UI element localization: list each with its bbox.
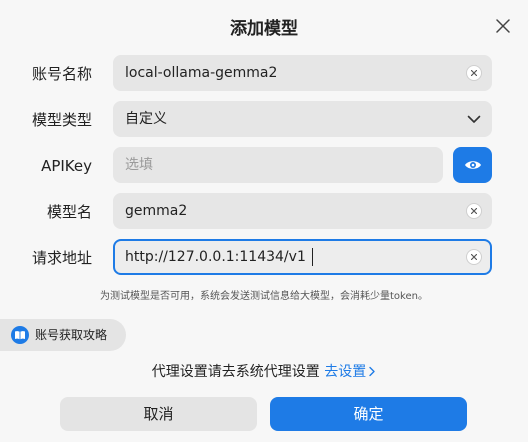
request-url-input[interactable]: http://127.0.0.1:11434/v1	[113, 239, 492, 275]
account-guide-button[interactable]: 账号获取攻略	[0, 319, 126, 351]
account-name-label: 账号名称	[31, 65, 92, 83]
close-button[interactable]	[491, 14, 515, 38]
proxy-text: 代理设置请去系统代理设置	[151, 364, 320, 380]
model-name-label: 模型名	[46, 203, 92, 221]
confirm-button[interactable]: 确定	[270, 397, 467, 431]
cancel-button[interactable]: 取消	[60, 397, 257, 431]
dialog-title: 添加模型	[230, 19, 298, 39]
add-model-dialog: 添加模型 账号名称 local-ollama-gemma2 模型类型 自定义 A…	[0, 0, 528, 442]
chevron-down-icon	[467, 115, 481, 123]
proxy-hint: 代理设置请去系统代理设置 去设置	[0, 361, 528, 381]
request-url-clear-button[interactable]	[466, 249, 482, 265]
request-url-value-wrap: http://127.0.0.1:11434/v1	[125, 240, 313, 274]
model-name-input[interactable]: gemma2	[113, 193, 492, 229]
account-name-clear-button[interactable]	[466, 65, 482, 81]
api-key-placeholder: 选填	[125, 157, 153, 173]
test-hint-text: 为测试模型是否可用，系统会发送测试信息给大模型，会消耗少量token。	[100, 291, 428, 302]
clear-icon	[471, 70, 477, 76]
show-key-button[interactable]	[453, 147, 492, 183]
close-icon	[496, 19, 510, 33]
model-type-select[interactable]: 自定义	[113, 101, 492, 137]
model-type-row: 模型类型 自定义	[0, 101, 528, 139]
request-url-row: 请求地址 http://127.0.0.1:11434/v1	[0, 239, 528, 277]
proxy-link-label: 去设置	[324, 364, 367, 380]
book-icon	[11, 326, 29, 344]
request-url-value: http://127.0.0.1:11434/v1	[125, 249, 306, 265]
account-name-input[interactable]: local-ollama-gemma2	[113, 55, 492, 91]
model-type-value: 自定义	[125, 111, 167, 127]
model-name-clear-button[interactable]	[466, 203, 482, 219]
proxy-settings-link[interactable]: 去设置	[324, 364, 376, 380]
clear-icon	[471, 254, 477, 260]
api-key-row: APIKey 选填	[0, 147, 528, 185]
account-guide-label: 账号获取攻略	[35, 328, 108, 342]
request-url-label: 请求地址	[31, 249, 92, 267]
api-key-label: APIKey	[41, 157, 92, 175]
model-type-label: 模型类型	[31, 111, 92, 129]
eye-icon	[464, 161, 481, 169]
api-key-input[interactable]: 选填	[113, 147, 443, 183]
model-name-row: 模型名 gemma2	[0, 193, 528, 231]
clear-icon	[471, 208, 477, 214]
account-name-value: local-ollama-gemma2	[125, 65, 278, 81]
chevron-right-icon	[369, 366, 375, 377]
model-name-value: gemma2	[125, 203, 188, 219]
account-name-row: 账号名称 local-ollama-gemma2	[0, 55, 528, 93]
text-caret	[311, 248, 313, 266]
